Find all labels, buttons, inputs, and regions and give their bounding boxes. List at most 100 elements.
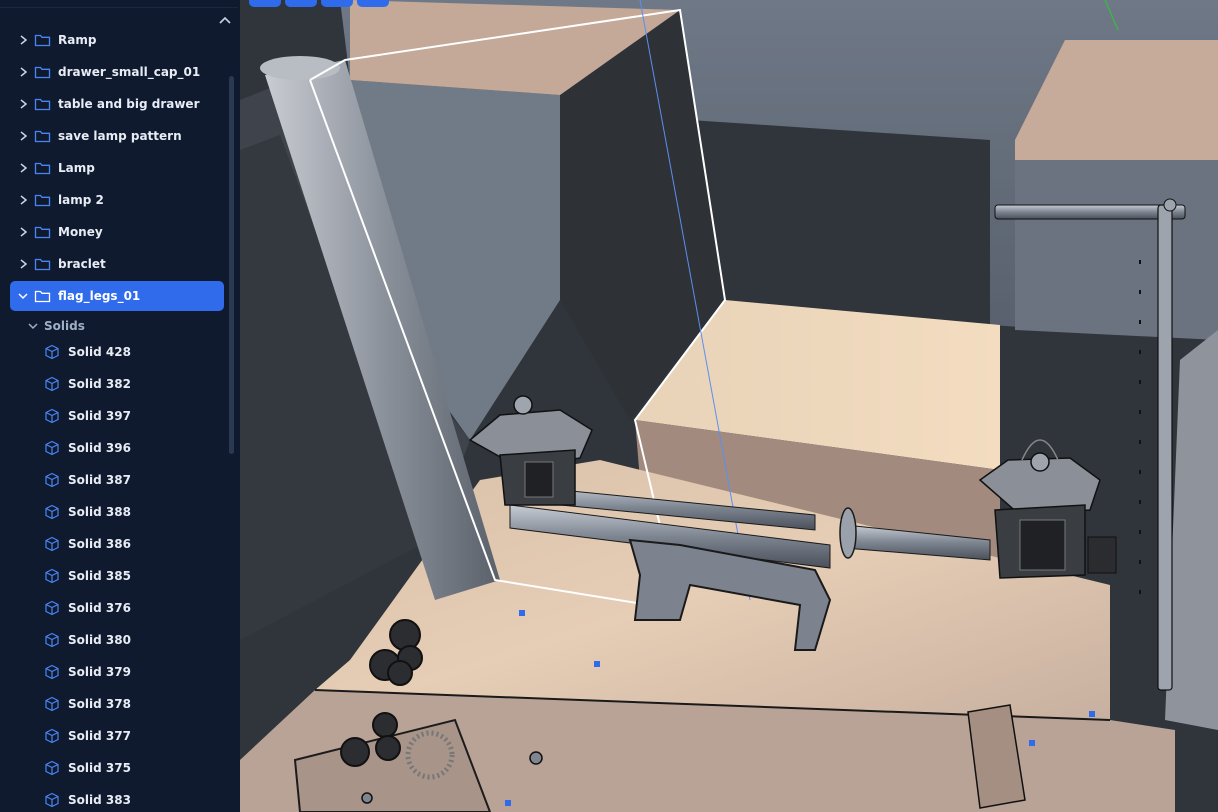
folder-icon: [34, 97, 52, 111]
cube-icon: [44, 792, 60, 808]
chevron-right-icon[interactable]: [16, 257, 30, 271]
tree-item-solid[interactable]: Solid 397: [44, 401, 224, 431]
folder-icon: [34, 225, 52, 239]
rod-flange: [839, 507, 857, 559]
tree-item-label: Solid 380: [68, 633, 131, 647]
tree-folder-save-lamp-pattern[interactable]: save lamp pattern: [10, 121, 224, 151]
pillar-cap: [260, 56, 340, 80]
tree-item-label: Solid 376: [68, 601, 131, 615]
tree-folder-lamp[interactable]: Lamp: [10, 153, 224, 183]
tree-item-label: Solid 387: [68, 473, 131, 487]
chevron-down-icon[interactable]: [16, 289, 30, 303]
cube-icon: [44, 504, 60, 520]
folder-icon: [34, 193, 52, 207]
tree-item-solid[interactable]: Solid 388: [44, 497, 224, 527]
tree-item-solid[interactable]: Solid 385: [44, 561, 224, 591]
chevron-right-icon[interactable]: [16, 193, 30, 207]
cube-icon: [44, 728, 60, 744]
gizmo-handle[interactable]: [1089, 711, 1095, 717]
tree-item-solid[interactable]: Solid 382: [44, 369, 224, 399]
tree-item-label: Solid 396: [68, 441, 131, 455]
gizmo-handle[interactable]: [594, 661, 600, 667]
tree-folder-lamp-2[interactable]: lamp 2: [10, 185, 224, 215]
tree-item-solid[interactable]: Solid 383: [44, 785, 224, 812]
tree-item-solid[interactable]: Solid 377: [44, 721, 224, 751]
tree-folder-money[interactable]: Money: [10, 217, 224, 247]
gizmo-handle[interactable]: [519, 610, 525, 616]
view-button-3[interactable]: [321, 0, 353, 7]
tree-item-solid[interactable]: Solid 379: [44, 657, 224, 687]
tree-item-solid[interactable]: Solid 375: [44, 753, 224, 783]
cube-icon: [44, 408, 60, 424]
view-button-4[interactable]: [357, 0, 389, 7]
folder-icon: [34, 257, 52, 271]
3d-viewport[interactable]: [240, 0, 1218, 812]
gizmo-handle[interactable]: [1029, 740, 1035, 746]
cube-icon: [44, 632, 60, 648]
panel-divider: [0, 7, 238, 8]
folder-icon: [34, 161, 52, 175]
tree-item-label: Solid 382: [68, 377, 131, 391]
tree-item-label: Solid 397: [68, 409, 131, 423]
tree-item-label: Solid 386: [68, 537, 131, 551]
tree-folder-drawer-small-cap[interactable]: drawer_small_cap_01: [10, 57, 224, 87]
tree-item-label: Solid 383: [68, 793, 131, 807]
tree-item-label: Solid 379: [68, 665, 131, 679]
cube-icon: [44, 536, 60, 552]
tree-folder-braclet[interactable]: braclet: [10, 249, 224, 279]
folder-icon: [34, 129, 52, 143]
tree-folder-label: Money: [58, 225, 103, 239]
tree-item-solid[interactable]: Solid 378: [44, 689, 224, 719]
tree-item-solid[interactable]: Solid 387: [44, 465, 224, 495]
tree-item-solid[interactable]: Solid 380: [44, 625, 224, 655]
tree-folder-label: lamp 2: [58, 193, 104, 207]
tree-item-solid[interactable]: Solid 428: [44, 337, 224, 367]
view-button-1[interactable]: [249, 0, 281, 7]
folder-icon: [34, 65, 52, 79]
view-button-2[interactable]: [285, 0, 317, 7]
chevron-right-icon[interactable]: [16, 33, 30, 47]
tree-folder-flag-legs[interactable]: flag_legs_01: [10, 281, 224, 311]
cube-icon: [44, 600, 60, 616]
chevron-right-icon[interactable]: [16, 161, 30, 175]
cube-icon: [44, 760, 60, 776]
tree-folder-ramp[interactable]: Ramp: [10, 25, 224, 55]
tree-item-label: Solid 428: [68, 345, 131, 359]
tree-item-label: Solid 375: [68, 761, 131, 775]
outliner-scrollbar[interactable]: [229, 76, 234, 454]
outliner-panel: Ramp drawer_small_cap_01 table and big d…: [0, 0, 240, 812]
tree-folder-label: flag_legs_01: [58, 289, 141, 303]
chevron-right-icon[interactable]: [16, 129, 30, 143]
tree-folder-label: save lamp pattern: [58, 129, 182, 143]
tree-folder-table-and-big-drawer[interactable]: table and big drawer: [10, 89, 224, 119]
tree-group-label: Solids: [44, 319, 85, 333]
folder-icon: [34, 33, 52, 47]
gizmo-handle[interactable]: [505, 800, 511, 806]
tree-item-solid[interactable]: Solid 396: [44, 433, 224, 463]
tree-folder-label: drawer_small_cap_01: [58, 65, 201, 79]
tree-item-label: Solid 377: [68, 729, 131, 743]
chevron-right-icon[interactable]: [16, 97, 30, 111]
tree-item-solid[interactable]: Solid 376: [44, 593, 224, 623]
folder-icon: [34, 289, 52, 303]
tree-item-label: Solid 378: [68, 697, 131, 711]
tree-item-label: Solid 385: [68, 569, 131, 583]
cube-icon: [44, 344, 60, 360]
tree-folder-label: Ramp: [58, 33, 97, 47]
tree-folder-label: Lamp: [58, 161, 95, 175]
cube-icon: [44, 568, 60, 584]
cube-icon: [44, 696, 60, 712]
tree-folder-label: braclet: [58, 257, 106, 271]
tree-folder-label: table and big drawer: [58, 97, 200, 111]
cube-icon: [44, 472, 60, 488]
drawer-handle: [361, 792, 373, 804]
chevron-right-icon[interactable]: [16, 65, 30, 79]
chevron-right-icon[interactable]: [16, 225, 30, 239]
cube-icon: [44, 376, 60, 392]
cube-icon: [44, 664, 60, 680]
tree-item-solid[interactable]: Solid 386: [44, 529, 224, 559]
scene-render: [240, 0, 1218, 812]
cube-icon: [44, 440, 60, 456]
drawer-handle: [529, 751, 543, 765]
chevron-down-icon[interactable]: [26, 319, 40, 333]
